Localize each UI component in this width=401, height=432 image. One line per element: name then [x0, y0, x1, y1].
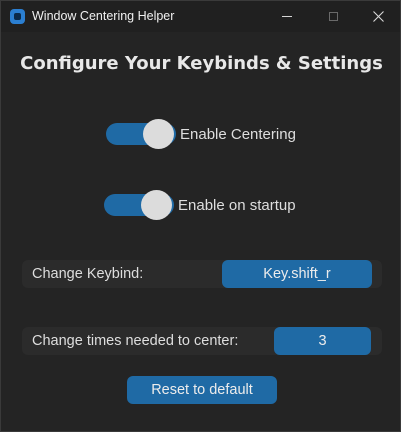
- window-title: Window Centering Helper: [32, 9, 175, 23]
- enable-on-startup-toggle[interactable]: Enable on startup: [104, 190, 296, 220]
- close-button[interactable]: [355, 1, 401, 32]
- app-window: Window Centering Helper Configure Your K…: [0, 0, 401, 432]
- times-setting-row: Change times needed to center: 3: [22, 327, 382, 355]
- enable-on-startup-label[interactable]: Enable on startup: [178, 197, 296, 214]
- close-icon: [372, 11, 384, 22]
- maximize-icon: [328, 12, 338, 21]
- switch-knob[interactable]: [141, 190, 172, 220]
- app-window-icon: [10, 9, 25, 24]
- keybind-label: Change Keybind:: [32, 266, 144, 282]
- enable-centering-label[interactable]: Enable Centering: [180, 126, 296, 143]
- page-title: Configure Your Keybinds & Settings: [20, 53, 383, 74]
- enable-centering-toggle[interactable]: Enable Centering: [106, 119, 296, 149]
- keybind-button[interactable]: Key.shift_r: [222, 260, 372, 288]
- maximize-button[interactable]: [310, 1, 356, 32]
- minimize-button[interactable]: [264, 1, 310, 32]
- title-bar[interactable]: Window Centering Helper: [1, 1, 400, 32]
- enable-on-startup-switch[interactable]: [104, 190, 174, 220]
- enable-centering-switch[interactable]: [106, 119, 176, 149]
- times-button[interactable]: 3: [274, 327, 371, 355]
- keybind-setting-row: Change Keybind: Key.shift_r: [22, 260, 382, 288]
- times-label: Change times needed to center:: [32, 333, 239, 349]
- switch-knob[interactable]: [143, 119, 174, 149]
- minimize-icon: [282, 16, 292, 17]
- reset-button[interactable]: Reset to default: [127, 376, 277, 404]
